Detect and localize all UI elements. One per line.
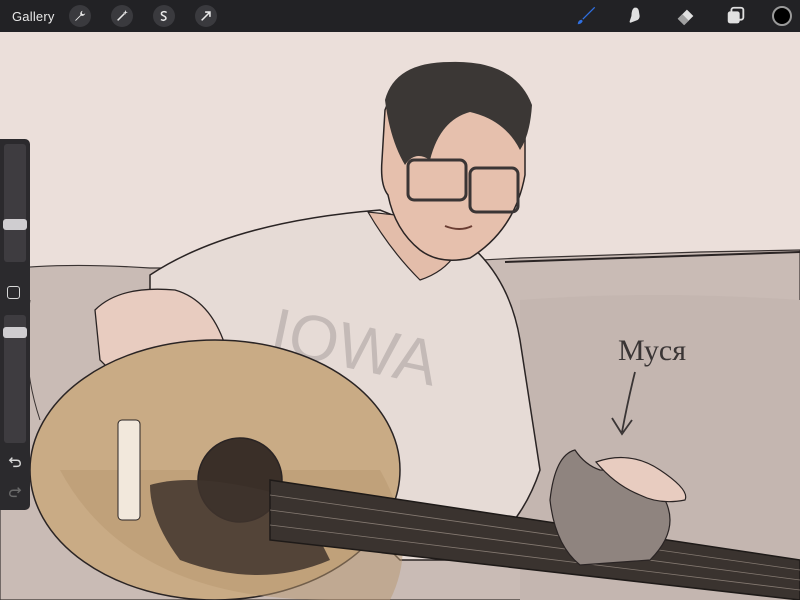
color-picker-button[interactable] <box>772 6 792 26</box>
redo-icon <box>9 487 22 498</box>
selection-button[interactable] <box>152 5 175 27</box>
left-sidebar <box>0 139 30 510</box>
top-toolbar: Gallery <box>0 0 800 32</box>
brush-size-slider-thumb[interactable] <box>3 218 27 230</box>
actions-button[interactable] <box>68 5 91 27</box>
smudge-tool-button[interactable] <box>622 2 650 30</box>
undo-button[interactable] <box>6 455 24 469</box>
modify-button[interactable] <box>7 286 20 299</box>
eraser-tool-button[interactable] <box>672 2 700 30</box>
annotation-text: Муся <box>618 334 686 367</box>
drawing-canvas[interactable]: IOWA Муся <box>0 0 800 600</box>
transform-arrow-icon <box>200 11 211 21</box>
smudge-icon <box>629 7 640 23</box>
gallery-button[interactable]: Gallery <box>12 9 55 24</box>
selection-s-icon <box>160 10 167 22</box>
redo-button[interactable] <box>6 485 24 499</box>
magic-wand-icon <box>116 9 128 21</box>
undo-icon <box>8 457 21 468</box>
transform-button[interactable] <box>194 5 217 27</box>
layers-icon <box>727 6 745 24</box>
guitar-bridge <box>117 419 141 521</box>
wrench-icon <box>74 10 85 21</box>
adjustments-button[interactable] <box>110 5 133 27</box>
layers-button[interactable] <box>722 2 750 30</box>
opacity-slider-thumb[interactable] <box>3 326 27 338</box>
brush-tool-button[interactable] <box>572 2 600 30</box>
brush-icon <box>577 6 596 25</box>
right-tools <box>572 0 800 32</box>
brush-size-slider[interactable] <box>4 144 26 262</box>
eraser-icon <box>677 9 694 26</box>
